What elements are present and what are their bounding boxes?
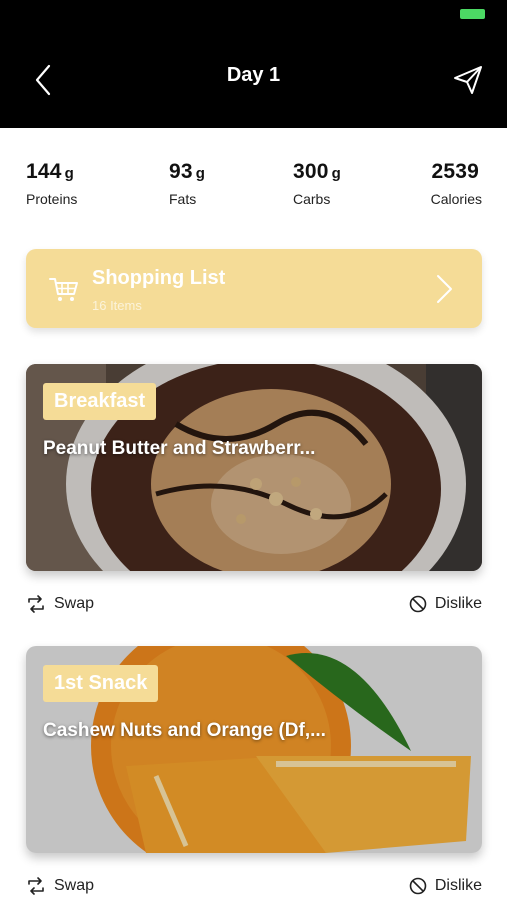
meal-name: Peanut Butter and Strawberr... <box>43 438 316 459</box>
macro-value: 93 <box>169 160 193 183</box>
top-bar: Day 1 <box>0 0 507 128</box>
macro-label: Proteins <box>26 191 78 207</box>
dislike-icon <box>409 877 427 895</box>
swap-button[interactable]: Swap <box>26 590 94 618</box>
macro-unit: g <box>64 165 74 182</box>
dislike-icon <box>409 595 427 613</box>
dislike-label: Dislike <box>434 595 482 612</box>
meal-type-badge: Breakfast <box>43 383 157 420</box>
send-icon <box>454 66 482 94</box>
macro-value: 300 <box>293 160 329 183</box>
macro-unit: g <box>331 165 341 182</box>
macro-unit: g <box>195 165 205 182</box>
meal-actions-snack: Swap Dislike <box>26 872 482 900</box>
dislike-label: Dislike <box>434 877 482 894</box>
meal-card-breakfast[interactable]: Breakfast Peanut Butter and Strawberr... <box>26 364 482 571</box>
macro-label: Carbs <box>293 191 331 207</box>
macro-proteins: 144 g Proteins <box>26 160 77 207</box>
meal-type-badge: 1st Snack <box>43 665 159 702</box>
macro-carbs: 300 g Carbs <box>293 160 341 207</box>
swap-button[interactable]: Swap <box>26 872 94 900</box>
dislike-button[interactable]: Dislike <box>409 590 482 618</box>
macro-calories: 2539 Calories <box>431 160 482 207</box>
swap-icon <box>28 877 44 895</box>
macro-value: 144 <box>26 160 62 183</box>
macro-label: Calories <box>430 191 482 207</box>
swap-label: Swap <box>54 595 95 612</box>
shopping-list-button[interactable]: Shopping List 16 Items <box>26 249 482 328</box>
shopping-list-count: 16 Items <box>92 298 142 313</box>
share-button[interactable] <box>448 60 488 100</box>
page-title: Day 1 <box>226 64 281 86</box>
swap-label: Swap <box>54 877 95 894</box>
meal-name: Cashew Nuts and Orange (Df,... <box>43 720 326 741</box>
dislike-button[interactable]: Dislike <box>409 872 482 900</box>
cart-icon <box>49 278 78 301</box>
macro-label: Fats <box>169 191 197 207</box>
shopping-list-title: Shopping List <box>92 267 226 289</box>
swap-icon <box>28 595 44 613</box>
chevron-right-icon <box>437 275 452 303</box>
battery-icon <box>460 9 485 19</box>
meal-card-snack[interactable]: 1st Snack Cashew Nuts and Orange (Df,... <box>26 646 482 853</box>
macro-value: 2539 <box>431 160 479 183</box>
macros-summary: 144 g Proteins 93 g Fats 300 g Carbs 2539 C… <box>0 160 507 220</box>
meal-actions-breakfast: Swap Dislike <box>26 590 482 618</box>
macro-fats: 93 g Fats <box>169 160 205 207</box>
